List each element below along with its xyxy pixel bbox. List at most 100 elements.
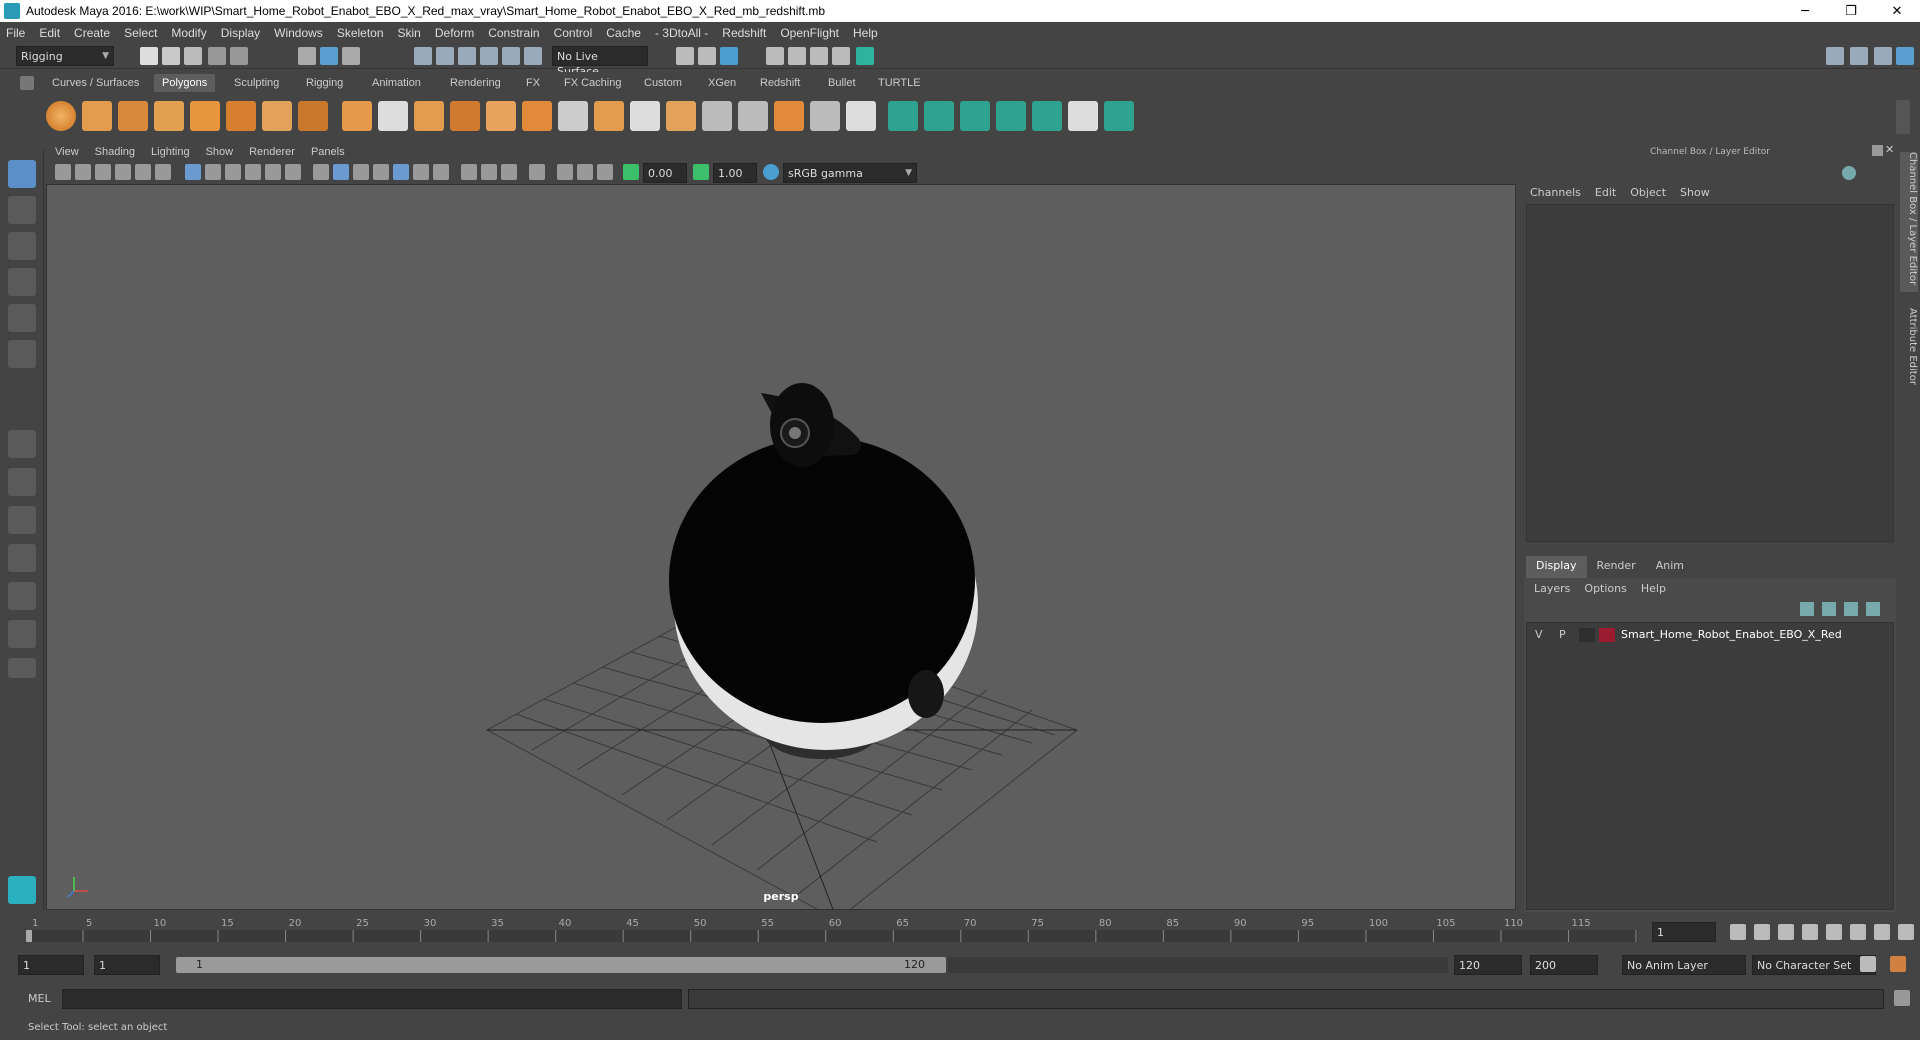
multi-cut-icon[interactable]	[558, 101, 588, 131]
robot-model[interactable]	[669, 383, 978, 759]
menu-openflight[interactable]: OpenFlight	[780, 26, 839, 40]
new-empty-layer-icon[interactable]	[1844, 602, 1858, 616]
exposure-field[interactable]: 0.00	[643, 163, 687, 183]
character-set-dropdown[interactable]: No Character Set	[1752, 955, 1876, 975]
scale-tool-icon[interactable]	[8, 340, 36, 368]
tab-redshift[interactable]: Redshift	[752, 74, 808, 92]
extrude-icon[interactable]	[594, 101, 624, 131]
snap-view-plane-icon[interactable]	[480, 47, 498, 65]
layer-name[interactable]: Smart_Home_Robot_Enabot_EBO_X_Red	[1621, 628, 1842, 641]
textured-icon[interactable]	[373, 164, 389, 180]
save-scene-icon[interactable]	[184, 47, 202, 65]
menu-skin[interactable]: Skin	[398, 26, 421, 40]
viewport-menu-panels[interactable]: Panels	[311, 146, 345, 158]
shelf-menu-icon[interactable]	[20, 76, 34, 90]
tab-bullet[interactable]: Bullet	[820, 74, 864, 92]
uv-spherical-icon[interactable]	[960, 101, 990, 131]
uv-checker-icon[interactable]	[1068, 101, 1098, 131]
film-gate-icon[interactable]	[205, 164, 221, 180]
color-space-dropdown[interactable]: sRGB gamma ▼	[783, 163, 917, 183]
wireframe-on-shaded-icon[interactable]	[353, 164, 369, 180]
anti-aliasing-icon[interactable]	[481, 164, 497, 180]
select-by-component-icon[interactable]	[342, 47, 360, 65]
tab-rigging[interactable]: Rigging	[298, 74, 351, 92]
channel-box-toggle-icon[interactable]	[1874, 47, 1892, 65]
construction-history-icon[interactable]	[698, 47, 716, 65]
outliner-layout-icon[interactable]	[8, 544, 36, 572]
xray-components-icon[interactable]	[597, 164, 613, 180]
uv-sew-icon[interactable]	[1032, 101, 1062, 131]
menu-set-dropdown[interactable]: Rigging ▼	[16, 46, 114, 66]
layer-row[interactable]: V P Smart_Home_Robot_Enabot_EBO_X_Red	[1527, 625, 1893, 645]
viewport-menu-shading[interactable]: Shading	[95, 146, 135, 158]
xray-icon[interactable]	[557, 164, 573, 180]
go-to-end-icon[interactable]	[1898, 924, 1914, 940]
tab-custom[interactable]: Custom	[636, 74, 690, 92]
channel-box-area[interactable]	[1526, 204, 1894, 542]
viewport-menu-show[interactable]: Show	[206, 146, 234, 158]
snap-curve-icon[interactable]	[436, 47, 454, 65]
separate-icon[interactable]	[378, 101, 408, 131]
menu-redshift[interactable]: Redshift	[722, 26, 766, 40]
extract-icon[interactable]	[414, 101, 444, 131]
menu-display[interactable]: Display	[221, 26, 260, 40]
undo-icon[interactable]	[208, 47, 226, 65]
shadows-icon[interactable]	[413, 164, 429, 180]
poly-plane-icon[interactable]	[190, 101, 220, 131]
layer-menu-options[interactable]: Options	[1584, 582, 1626, 595]
animation-preferences-icon[interactable]	[1890, 956, 1906, 972]
menu-windows[interactable]: Windows	[274, 26, 323, 40]
insert-edge-loop-icon[interactable]	[738, 101, 768, 131]
close-button[interactable]: ✕	[1874, 0, 1920, 22]
float-panel-icon[interactable]	[1872, 145, 1883, 156]
layer-menu-layers[interactable]: Layers	[1534, 582, 1570, 595]
target-weld-icon[interactable]	[774, 101, 804, 131]
resolution-gate-icon[interactable]	[225, 164, 241, 180]
delete-edge-icon[interactable]	[846, 101, 876, 131]
redo-icon[interactable]	[230, 47, 248, 65]
viewport-menu-lighting[interactable]: Lighting	[151, 146, 190, 158]
tab-xgen[interactable]: XGen	[700, 74, 744, 92]
grease-pencil-icon[interactable]	[155, 164, 171, 180]
select-by-hierarchy-icon[interactable]	[298, 47, 316, 65]
image-plane-icon[interactable]	[115, 164, 131, 180]
smooth-icon[interactable]	[450, 101, 480, 131]
tab-display[interactable]: Display	[1526, 556, 1587, 578]
uv-cylindrical-icon[interactable]	[924, 101, 954, 131]
play-backwards-icon[interactable]	[1802, 924, 1818, 940]
depth-of-field-icon[interactable]	[501, 164, 517, 180]
command-input[interactable]	[62, 989, 682, 1009]
graph-editor-layout-icon[interactable]	[8, 582, 36, 610]
minimize-button[interactable]: ─	[1782, 0, 1828, 22]
live-surface-field[interactable]: No Live Surface	[552, 46, 648, 78]
current-time-indicator[interactable]	[26, 930, 32, 942]
select-tool-icon[interactable]	[8, 160, 36, 188]
bookmark-icon[interactable]	[95, 164, 111, 180]
restore-button[interactable]: ❐	[1828, 0, 1874, 22]
poly-prism-icon[interactable]	[262, 101, 292, 131]
magnet-icon[interactable]	[524, 47, 542, 65]
poly-cylinder-icon[interactable]	[118, 101, 148, 131]
uv-automatic-icon[interactable]	[996, 101, 1026, 131]
animation-end-field[interactable]: 200	[1530, 955, 1598, 975]
ambient-occlusion-icon[interactable]	[433, 164, 449, 180]
range-bar[interactable]: 1 120	[176, 957, 946, 973]
isolate-select-icon[interactable]	[529, 164, 545, 180]
command-language-label[interactable]: MEL	[28, 992, 51, 1005]
uv-layout-icon[interactable]	[1104, 101, 1134, 131]
step-back-key-icon[interactable]	[1754, 924, 1770, 940]
move-layer-up-icon[interactable]	[1800, 602, 1814, 616]
mirror-icon[interactable]	[522, 101, 552, 131]
script-editor-icon[interactable]	[1894, 990, 1910, 1006]
tab-animation[interactable]: Animation	[364, 74, 429, 92]
exposure-icon[interactable]	[623, 164, 639, 180]
grid-icon[interactable]	[185, 164, 201, 180]
menu-deform[interactable]: Deform	[435, 26, 474, 40]
move-layer-down-icon[interactable]	[1822, 602, 1836, 616]
tab-curves-surfaces[interactable]: Curves / Surfaces	[44, 74, 147, 92]
step-forward-key-icon[interactable]	[1874, 924, 1890, 940]
motion-blur-icon[interactable]	[461, 164, 477, 180]
gamma-icon[interactable]	[693, 164, 709, 180]
snap-point-icon[interactable]	[458, 47, 476, 65]
wireframe-icon[interactable]	[313, 164, 329, 180]
